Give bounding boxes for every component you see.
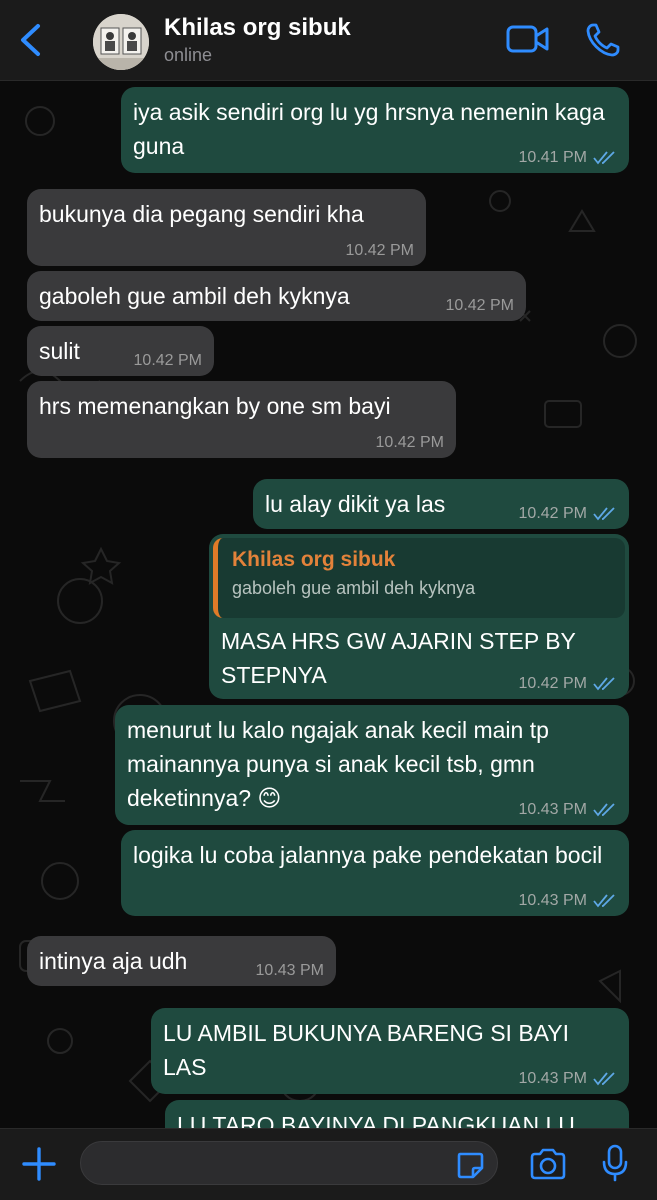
message-time: 10.42 PM	[445, 297, 514, 314]
sticker-button[interactable]	[455, 1150, 485, 1180]
message-time: 10.42 PM	[518, 675, 587, 692]
message-text: gaboleh gue ambil deh kyknya	[39, 283, 350, 309]
chat-header: Khilas org sibuk online	[0, 0, 657, 81]
message-meta: 10.43 PM	[519, 1070, 617, 1088]
contact-name[interactable]: Khilas org sibuk	[164, 14, 351, 42]
camera-button[interactable]	[528, 1147, 568, 1181]
message-meta: 10.42 PM	[519, 675, 617, 693]
message-bubble-incoming[interactable]: sulit 10.42 PM	[27, 326, 214, 376]
contact-avatar[interactable]	[93, 14, 149, 70]
message-bubble-outgoing[interactable]: lu alay dikit ya las 10.42 PM	[253, 479, 629, 529]
phone-icon	[586, 23, 620, 57]
message-meta: 10.43 PM	[256, 962, 324, 980]
message-time: 10.42 PM	[375, 434, 444, 451]
message-meta: 10.42 PM	[376, 434, 444, 452]
contact-status: online	[164, 45, 213, 65]
message-meta: 10.43 PM	[519, 892, 617, 910]
quoted-text: gaboleh gue ambil deh kyknya	[232, 578, 476, 598]
message-time: 10.41 PM	[518, 149, 587, 166]
message-bubble-incoming[interactable]: intinya aja udh 10.43 PM	[27, 936, 336, 986]
plus-icon	[22, 1147, 56, 1181]
message-time: 10.43 PM	[255, 962, 324, 979]
message-meta: 10.41 PM	[519, 149, 617, 167]
message-time: 10.42 PM	[518, 505, 587, 522]
attach-button[interactable]	[20, 1145, 58, 1183]
message-time: 10.43 PM	[518, 801, 587, 818]
message-time: 10.43 PM	[518, 1070, 587, 1087]
message-bubble-outgoing-reply[interactable]: Khilas org sibuk gaboleh gue ambil deh k…	[209, 534, 629, 699]
message-meta: 10.42 PM	[519, 505, 617, 523]
message-time: 10.42 PM	[133, 352, 202, 369]
voice-call-button[interactable]	[583, 20, 623, 60]
sticker-icon	[457, 1152, 484, 1179]
message-bubble-incoming[interactable]: hrs memenangkan by one sm bayi 10.42 PM	[27, 381, 456, 458]
message-text: hrs memenangkan by one sm bayi	[39, 393, 391, 419]
message-meta: 10.42 PM	[134, 352, 202, 370]
camera-icon	[530, 1148, 566, 1180]
double-check-icon	[593, 677, 615, 691]
double-check-icon	[593, 803, 615, 817]
quoted-message[interactable]: Khilas org sibuk gaboleh gue ambil deh k…	[213, 538, 625, 618]
message-text: LU TARO BAYINYA DI PANGKUAN LU	[177, 1112, 575, 1128]
message-meta: 10.43 PM	[519, 801, 617, 819]
avatar-photo-icon	[93, 14, 149, 70]
double-check-icon	[593, 151, 615, 165]
double-check-icon	[593, 507, 615, 521]
message-meta: 10.42 PM	[446, 297, 514, 315]
message-meta: 10.42 PM	[346, 242, 414, 260]
message-input[interactable]	[80, 1141, 498, 1185]
message-bubble-outgoing[interactable]: iya asik sendiri org lu yg hrsnya nemeni…	[121, 87, 629, 173]
message-bubble-incoming[interactable]: gaboleh gue ambil deh kyknya 10.42 PM	[27, 271, 526, 321]
double-check-icon	[593, 1072, 615, 1086]
voice-message-button[interactable]	[600, 1143, 630, 1183]
double-check-icon	[593, 894, 615, 908]
message-time: 10.42 PM	[345, 242, 414, 259]
message-text: menurut lu kalo ngajak anak kecil main t…	[127, 717, 556, 811]
message-time: 10.43 PM	[518, 892, 587, 909]
quoted-sender-name: Khilas org sibuk	[232, 548, 396, 571]
message-bubble-incoming[interactable]: bukunya dia pegang sendiri kha 10.42 PM	[27, 189, 426, 266]
message-text: logika lu coba jalannya pake pendekatan …	[133, 842, 603, 868]
video-call-button[interactable]	[505, 22, 551, 56]
chat-area[interactable]: iya asik sendiri org lu yg hrsnya nemeni…	[0, 81, 657, 1128]
message-bubble-outgoing[interactable]: menurut lu kalo ngajak anak kecil main t…	[115, 705, 629, 825]
chevron-left-icon	[21, 24, 40, 56]
video-camera-icon	[506, 25, 549, 53]
message-bubble-outgoing[interactable]: logika lu coba jalannya pake pendekatan …	[121, 830, 629, 916]
back-button[interactable]	[14, 22, 48, 58]
message-bubble-outgoing[interactable]: LU TARO BAYINYA DI PANGKUAN LU	[165, 1100, 629, 1128]
message-text: bukunya dia pegang sendiri kha	[39, 201, 364, 227]
message-bubble-outgoing[interactable]: LU AMBIL BUKUNYA BARENG SI BAYI LAS 10.4…	[151, 1008, 629, 1094]
microphone-icon	[602, 1144, 628, 1182]
message-composer	[0, 1128, 657, 1200]
